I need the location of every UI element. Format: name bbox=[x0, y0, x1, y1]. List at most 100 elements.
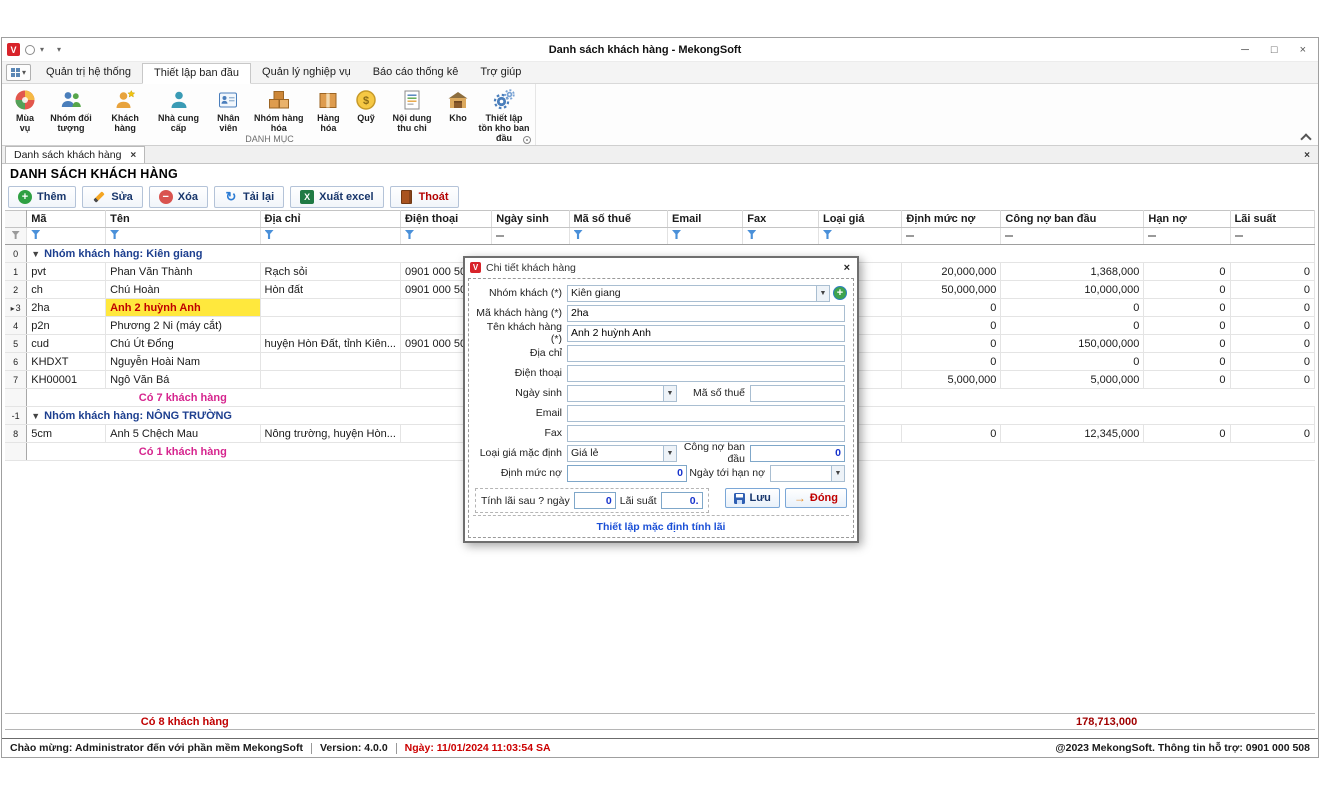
group-dialog-launcher-icon[interactable] bbox=[523, 136, 531, 144]
qat-circle-icon[interactable] bbox=[25, 45, 35, 55]
row-indicator: ▸3 bbox=[5, 299, 27, 317]
cell: 2ha bbox=[27, 299, 106, 317]
ribbon-tab[interactable]: Trợ giúp bbox=[469, 63, 532, 83]
add-group-button[interactable]: + bbox=[833, 286, 847, 300]
filter-cell[interactable] bbox=[668, 228, 743, 245]
ribbon-tab[interactable]: Quản lý nghiệp vụ bbox=[251, 63, 362, 83]
row-indicator: 1 bbox=[5, 263, 27, 281]
customer-code-field[interactable] bbox=[567, 305, 845, 322]
initial-debt-field[interactable] bbox=[750, 445, 845, 462]
email-field[interactable] bbox=[567, 405, 845, 422]
exit-icon bbox=[400, 190, 414, 204]
cell: 5,000,000 bbox=[902, 371, 1001, 389]
filter-cell[interactable] bbox=[106, 228, 260, 245]
filter-cell[interactable] bbox=[1230, 228, 1314, 245]
column-header[interactable]: Mã bbox=[27, 211, 106, 228]
column-header[interactable]: Fax bbox=[743, 211, 819, 228]
ribbon-item[interactable]: Nhóm đối tượng bbox=[42, 86, 100, 134]
column-header[interactable]: Loại giá bbox=[818, 211, 901, 228]
filter-row bbox=[5, 228, 1315, 245]
expand-icon[interactable]: ▼ bbox=[31, 411, 40, 421]
toolbar-button[interactable]: −Xóa bbox=[149, 186, 208, 208]
chevron-down-icon[interactable]: ▼ bbox=[831, 466, 844, 481]
due-date-combo[interactable]: ▼ bbox=[770, 465, 845, 482]
cell: Anh 5 Chệch Mau bbox=[106, 425, 260, 443]
cell: 0 bbox=[1230, 281, 1314, 299]
ribbon-item[interactable]: Nhân viên bbox=[207, 86, 250, 134]
dob-combo[interactable]: ▼ bbox=[567, 385, 677, 402]
filter-cell[interactable] bbox=[492, 228, 569, 245]
filter-funnel-icon bbox=[405, 230, 414, 239]
toolbar-button[interactable]: Thoát bbox=[390, 186, 459, 208]
ribbon-tab[interactable]: Quản trị hệ thống bbox=[35, 63, 142, 83]
close-dialog-button[interactable]: → Đóng bbox=[785, 488, 847, 508]
ribbon-item[interactable]: Kho bbox=[441, 86, 475, 124]
chevron-down-icon[interactable]: ▼ bbox=[663, 446, 676, 461]
column-header[interactable]: Hạn nợ bbox=[1144, 211, 1230, 228]
cell bbox=[260, 371, 400, 389]
filter-cell[interactable] bbox=[1144, 228, 1230, 245]
price-type-combo[interactable]: Giá lẻ ▼ bbox=[567, 445, 677, 462]
toolbar-button[interactable]: +Thêm bbox=[8, 186, 76, 208]
debt-limit-field[interactable] bbox=[567, 465, 687, 482]
phone-field[interactable] bbox=[567, 365, 845, 382]
chevron-down-icon[interactable]: ▼ bbox=[816, 286, 829, 301]
filter-cell[interactable] bbox=[902, 228, 1001, 245]
interest-rate-field[interactable] bbox=[661, 492, 703, 509]
chevron-down-icon[interactable]: ▼ bbox=[663, 386, 676, 401]
column-header[interactable]: Địa chỉ bbox=[260, 211, 400, 228]
column-header[interactable]: Mã số thuế bbox=[569, 211, 667, 228]
chevron-down-icon[interactable]: ▾ bbox=[40, 45, 44, 54]
minimize-button[interactable]: ─ bbox=[1241, 44, 1249, 56]
filter-cell[interactable] bbox=[743, 228, 819, 245]
column-header[interactable]: Ngày sinh bbox=[492, 211, 569, 228]
customer-group-combo[interactable]: Kiên giang ▼ bbox=[567, 285, 830, 302]
ribbon-item[interactable]: Nội dung thu chi bbox=[383, 86, 441, 134]
toolbar-button[interactable]: ↻Tải lại bbox=[214, 186, 284, 208]
fax-field[interactable] bbox=[567, 425, 845, 442]
ribbon-tab[interactable]: Báo cáo thống kê bbox=[362, 63, 470, 83]
qat-customize-icon[interactable]: ▾ bbox=[57, 45, 61, 54]
tab-danh-sach-khach-hang[interactable]: Danh sách khách hàng × bbox=[5, 146, 145, 163]
ribbon-item[interactable]: $Quỹ bbox=[349, 86, 383, 124]
column-header[interactable]: Tên bbox=[106, 211, 260, 228]
customer-name-field[interactable] bbox=[567, 325, 845, 342]
toolbar-button[interactable]: Sửa bbox=[82, 186, 142, 208]
filter-cell[interactable] bbox=[818, 228, 901, 245]
ribbon-collapse-icon[interactable] bbox=[1302, 132, 1310, 140]
ribbon-tab[interactable]: Thiết lập ban đầu bbox=[142, 63, 251, 84]
column-header[interactable]: Định mức nợ bbox=[902, 211, 1001, 228]
tax-field[interactable] bbox=[750, 385, 845, 402]
tabstrip-close-icon[interactable]: × bbox=[1304, 150, 1318, 163]
column-header[interactable]: Lãi suất bbox=[1230, 211, 1314, 228]
expand-icon[interactable]: ▼ bbox=[31, 249, 40, 259]
row-indicator: 4 bbox=[5, 317, 27, 335]
interest-after-field[interactable] bbox=[574, 492, 616, 509]
toolbar-button[interactable]: XXuất excel bbox=[290, 186, 383, 208]
filter-cell[interactable] bbox=[27, 228, 106, 245]
filter-funnel-icon bbox=[31, 230, 40, 239]
ribbon-item[interactable]: Mùa vụ bbox=[8, 86, 42, 134]
tab-close-icon[interactable]: × bbox=[130, 150, 136, 161]
maximize-button[interactable]: □ bbox=[1271, 44, 1278, 56]
ribbon-item[interactable]: Nhóm hàng hóa bbox=[250, 86, 308, 134]
ribbon-item[interactable]: Khách hàng bbox=[100, 86, 150, 134]
edit-icon bbox=[92, 190, 106, 204]
dialog-close-icon[interactable]: × bbox=[844, 262, 852, 274]
address-field[interactable] bbox=[567, 345, 845, 362]
app-menu-button[interactable]: ▾ bbox=[6, 64, 31, 81]
column-header[interactable]: Công nợ ban đầu bbox=[1001, 211, 1144, 228]
cell: 0 bbox=[902, 353, 1001, 371]
default-interest-link[interactable]: Thiết lập mặc định tính lãi bbox=[597, 521, 726, 533]
ribbon-item[interactable]: Hàng hóa bbox=[308, 86, 349, 134]
column-header[interactable]: Email bbox=[668, 211, 743, 228]
filter-cell[interactable] bbox=[260, 228, 400, 245]
column-header[interactable]: Điện thoại bbox=[400, 211, 491, 228]
ribbon-item[interactable]: Nhà cung cấp bbox=[150, 86, 207, 134]
row-indicator: 7 bbox=[5, 371, 27, 389]
filter-cell[interactable] bbox=[569, 228, 667, 245]
save-button[interactable]: Lưu bbox=[725, 488, 779, 508]
filter-cell[interactable] bbox=[1001, 228, 1144, 245]
filter-cell[interactable] bbox=[400, 228, 491, 245]
close-button[interactable]: × bbox=[1300, 44, 1306, 56]
